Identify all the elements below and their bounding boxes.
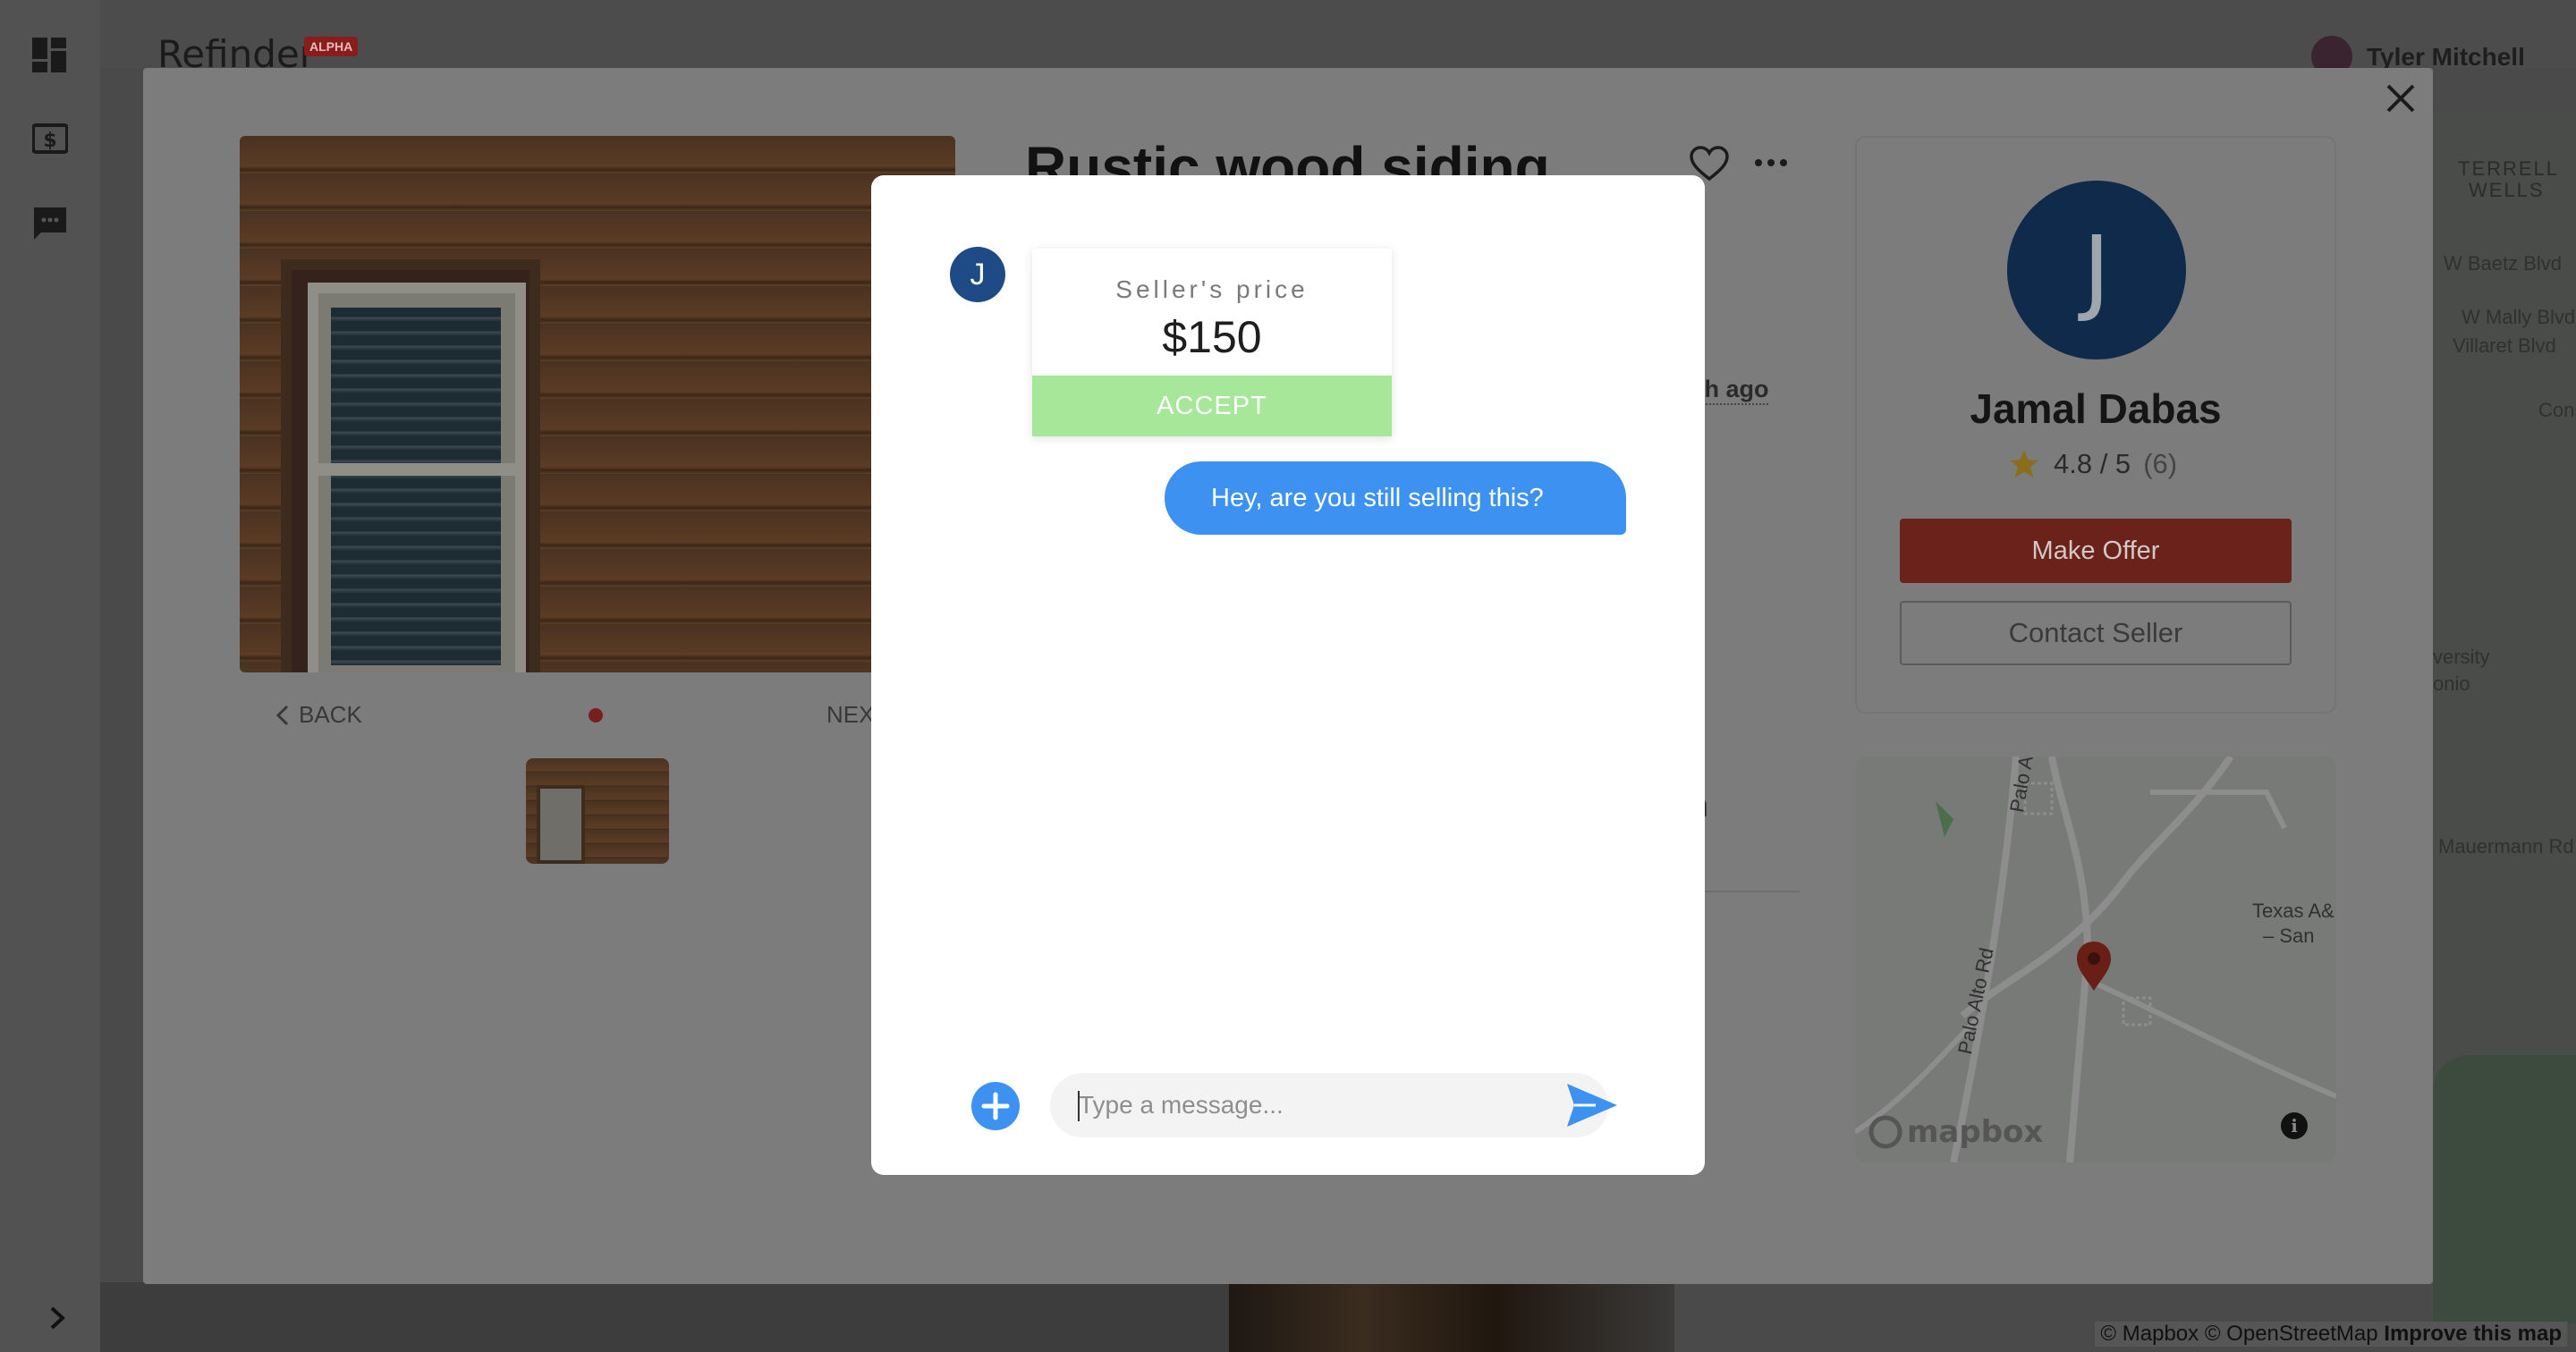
background-listing-photo[interactable]	[1229, 1282, 1674, 1352]
map-label: WELLS	[2469, 179, 2545, 201]
left-rail: $	[0, 0, 100, 1352]
sent-message-bubble: Hey, are you still selling this?	[1165, 461, 1626, 535]
photo-window	[281, 259, 540, 672]
accept-offer-button[interactable]: ACCEPT	[1032, 376, 1392, 436]
mapbox-icon	[1868, 1115, 1902, 1149]
divider	[1699, 891, 1800, 892]
more-icon[interactable]	[1753, 154, 1789, 172]
dollar-icon[interactable]: $	[32, 122, 68, 157]
seller-chat-avatar[interactable]: J	[950, 247, 1005, 302]
chevron-left-icon	[275, 705, 289, 725]
star-icon	[2010, 450, 2038, 478]
chat-dialog: J Seller's price $150 ACCEPT Hey, are yo…	[871, 175, 1705, 1175]
send-icon[interactable]	[1565, 1082, 1619, 1128]
map-label: W Baetz Blvd	[2444, 252, 2563, 275]
gallery-next-button[interactable]: NEX	[826, 701, 874, 729]
gallery-back-button[interactable]: BACK	[275, 701, 362, 729]
map-label: W Mally Blvd	[2462, 306, 2576, 328]
close-icon[interactable]	[2381, 79, 2420, 118]
chevron-right-icon[interactable]	[47, 1306, 68, 1331]
improve-map-link[interactable]: Improve this map	[2384, 1322, 2562, 1346]
seller-avatar[interactable]: J	[2007, 181, 2186, 359]
message-input[interactable]	[1050, 1073, 1608, 1137]
text-caret	[1078, 1091, 1080, 1121]
map-label: onio	[2433, 672, 2470, 695]
attribution-text[interactable]: © Mapbox © OpenStreetMap	[2100, 1322, 2377, 1346]
svg-text:$: $	[43, 130, 56, 152]
map-label: TERRELL	[2458, 157, 2560, 180]
dashboard-icon[interactable]	[32, 38, 68, 73]
offer-label: Seller's price	[1115, 275, 1309, 303]
seller-rating: 4.8 / 5 (6)	[2007, 447, 2177, 481]
background-listings-strip	[100, 1282, 1229, 1352]
map-park-area	[2433, 1055, 2576, 1323]
info-icon[interactable]: i	[2281, 1112, 2308, 1139]
listing-main-photo[interactable]	[240, 136, 955, 672]
add-attachment-icon[interactable]	[971, 1082, 1020, 1130]
alpha-badge: ALPHA	[304, 37, 359, 56]
map-label: – San	[2263, 925, 2315, 947]
map-label: Villaret Blvd	[2453, 334, 2556, 357]
rating-value: 4.8 / 5	[2054, 448, 2131, 479]
map-attribution: © Mapbox © OpenStreetMap Improve this ma…	[2095, 1322, 2567, 1347]
location-pin-icon[interactable]	[2073, 939, 2114, 993]
gallery-thumbnail[interactable]	[526, 758, 669, 864]
chat-icon[interactable]	[32, 206, 68, 241]
offer-card: Seller's price $150 ACCEPT	[1032, 249, 1392, 436]
gallery-back-label: BACK	[299, 701, 362, 728]
map-label: Cons	[2538, 399, 2576, 421]
map-label: Mauermann Rd	[2438, 835, 2574, 858]
map-label: Texas A&	[2252, 900, 2334, 922]
offer-price: $150	[1162, 312, 1262, 362]
mapbox-logo[interactable]: mapbox	[1868, 1114, 2043, 1150]
make-offer-button[interactable]: Make Offer	[1900, 519, 2292, 583]
seller-name[interactable]: Jamal Dabas	[1855, 384, 2336, 433]
gallery-dot-active[interactable]	[589, 708, 603, 722]
top-bar	[100, 0, 2576, 68]
rating-count: (6)	[2143, 448, 2178, 479]
location-map[interactable]: Palo Alto Rd Palo A Texas A& – San mapbo…	[1855, 756, 2336, 1162]
contact-seller-button[interactable]: Contact Seller	[1900, 601, 2292, 665]
mapbox-wordmark: mapbox	[1907, 1114, 2044, 1150]
map-label: versity	[2433, 646, 2490, 668]
